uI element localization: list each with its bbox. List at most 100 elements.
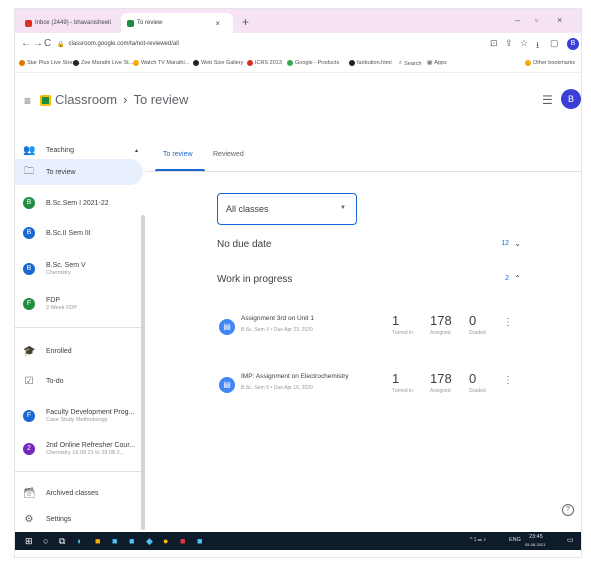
chevron-up-icon[interactable]: ⌃ (514, 274, 521, 283)
stat-value: 0 (469, 371, 477, 386)
tab-reviewed[interactable]: Reviewed (213, 151, 244, 158)
bookmark-item[interactable]: Other bookmarks (525, 60, 575, 66)
class-avatar: B (23, 263, 35, 275)
chevron-down-icon[interactable]: ⌄ (514, 239, 521, 248)
bookmark-label: ICRS 2013 (255, 60, 282, 66)
chrome-icon[interactable]: ● (163, 536, 168, 546)
sidebar-item-settings[interactable]: ⚙ Settings (23, 507, 72, 531)
store-icon[interactable]: ■ (112, 536, 117, 546)
section-work-in-progress[interactable]: Work in progress 2 ⌃ (217, 274, 521, 294)
assignment-row[interactable]: ▤ IMP: Assignment on Electrochemistry B.… (217, 371, 517, 411)
sidebar-item-label: Settings (46, 515, 72, 523)
close-tab-icon[interactable]: × (215, 19, 220, 28)
bookmark-label: Watch TV Marathi... (141, 60, 190, 66)
google-apps-icon[interactable]: ☰ (542, 93, 553, 107)
tab-to-review[interactable]: To review (163, 151, 193, 158)
sidebar-item-to-review[interactable]: 🗀 To review (23, 160, 76, 184)
sidebar-item-archived[interactable]: 🗃 Archived classes (23, 481, 99, 505)
sidebar-item-class[interactable]: B B.Sc.Sem I 2021-22 (23, 191, 109, 215)
assignment-icon: ▤ (219, 377, 235, 393)
class-name: 2nd Online Refresher Cour... (46, 442, 136, 449)
sidebar-item-label: To review (46, 168, 76, 176)
minimize-icon[interactable]: – (515, 15, 520, 25)
install-icon[interactable]: ⊡ (490, 38, 498, 49)
class-avatar: F (23, 298, 35, 310)
notifications-icon[interactable]: ▭ (567, 536, 574, 544)
system-tray-icons[interactable]: ^ ⟟ ▭ ♪ (470, 537, 486, 544)
file-explorer-icon[interactable]: ■ (95, 536, 100, 546)
mail-icon[interactable]: ■ (129, 536, 134, 546)
windows-taskbar: ⊞ ○ ⧉ ◐ ■ ■ ■ ◆ ● ■ ■ ^ ⟟ ▭ ♪ ENG 23:45 … (15, 532, 581, 550)
sidebar-item-class[interactable]: B B.Sc.II Sem III (23, 221, 91, 245)
assignment-title[interactable]: Assignment 3rd on Unit 1 (241, 315, 314, 322)
bookmark-item[interactable]: ICRS 2013 (247, 60, 282, 66)
bookmark-item[interactable]: Web Size Gallery (193, 60, 243, 66)
screenshot-frame: Inbox (2449) - bhavanisheeti × To review… (14, 8, 582, 558)
section-no-due-date[interactable]: No due date 12 ⌄ (217, 239, 521, 259)
app-icon[interactable]: ■ (197, 536, 202, 546)
app-icon[interactable]: ◆ (146, 536, 153, 547)
share-icon[interactable]: ⇪ (505, 38, 513, 49)
dropdown-caret-icon: ▼ (340, 205, 346, 211)
bookmark-item[interactable]: ▦ Apps (427, 60, 447, 66)
stat-label: Assigned (430, 388, 451, 394)
edge-icon[interactable]: ◐ (77, 536, 82, 546)
sidebar-divider (15, 327, 143, 328)
class-subtitle: Case Study Methodology (46, 417, 108, 423)
class-avatar: 2 (23, 443, 35, 455)
assignment-meta: B.Sc. Sem V • Due Apr 23, 2020 (241, 327, 313, 333)
more-options-icon[interactable]: ⋮ (503, 317, 513, 328)
stat-label: Graded (469, 388, 486, 394)
bookmark-item[interactable]: faribution.html (349, 60, 392, 66)
sidebar-item-class[interactable]: F Faculty Development Prog... Case Study … (23, 404, 134, 428)
help-icon[interactable]: ? (562, 504, 574, 516)
bookmark-favicon (247, 60, 253, 66)
class-name: FDP (46, 297, 60, 304)
sidebar-item-enrolled[interactable]: 🎓 Enrolled (23, 339, 72, 363)
assignment-title[interactable]: IMP: Assignment on Electrochemistry (241, 373, 349, 380)
bookmark-label: Other bookmarks (533, 60, 576, 66)
graded-stat: 0 Graded (469, 371, 486, 394)
class-avatar: F (23, 410, 35, 422)
graduation-cap-icon: 🎓 (23, 345, 36, 357)
clock-time[interactable]: 23:45 (529, 534, 543, 540)
apps-grid-icon: ▦ (427, 60, 433, 66)
sidebar-scrollbar[interactable] (141, 215, 145, 530)
bookmark-label: Web Size Gallery (201, 60, 244, 66)
more-options-icon[interactable]: ⋮ (503, 375, 513, 386)
stat-value: 1 (392, 313, 400, 328)
sidebar-item-class[interactable]: F FDP 2 Week FDP (23, 292, 77, 316)
class-filter-select[interactable]: All classes ▼ (217, 193, 357, 225)
bookmark-item[interactable]: Google - Products (287, 60, 339, 66)
restore-icon[interactable]: ▫ (535, 15, 538, 25)
search-icon[interactable]: ○ (43, 536, 48, 546)
sidebar-item-label: Enrolled (46, 347, 72, 355)
bookmark-label: Apps (434, 60, 447, 66)
stat-value: 0 (469, 313, 477, 328)
people-icon: 👥 (23, 144, 36, 156)
bookmark-star-icon[interactable]: ☆ (520, 38, 528, 49)
assignment-row[interactable]: ▤ Assignment 3rd on Unit 1 B.Sc. Sem V •… (217, 313, 517, 353)
sidebar-item-class[interactable]: B B.Sc. Sem V Chemistry (23, 257, 86, 281)
task-view-icon[interactable]: ⧉ (59, 536, 65, 547)
stat-label: Turned in (392, 388, 413, 394)
window-close-icon[interactable]: × (557, 15, 562, 25)
app-icon[interactable]: ■ (180, 536, 185, 546)
stat-label: Turned in (392, 330, 413, 336)
new-tab-button[interactable]: + (242, 15, 249, 29)
language-indicator[interactable]: ENG (509, 537, 521, 543)
browser-profile-avatar[interactable]: B (567, 38, 579, 50)
windows-start-icon[interactable]: ⊞ (25, 536, 33, 547)
folder-icon (525, 60, 531, 66)
search-icon: ⌕ (399, 60, 403, 66)
turned-in-stat: 1 Turned in (392, 313, 413, 336)
sidebar-item-class[interactable]: 2 2nd Online Refresher Cour... Chemistry … (23, 437, 135, 461)
extensions-icon[interactable]: ▢ (550, 38, 559, 49)
sidebar-divider (15, 471, 143, 472)
class-subtitle: 2 Week FDP (46, 305, 78, 311)
sidebar-item-label: To-do (46, 377, 64, 385)
account-avatar[interactable]: B (561, 89, 581, 109)
sidebar-item-todo[interactable]: ☑ To-do (23, 369, 64, 393)
download-icon[interactable]: ⭳ (536, 38, 539, 54)
bookmark-item[interactable]: ⌕ Search (399, 60, 422, 67)
